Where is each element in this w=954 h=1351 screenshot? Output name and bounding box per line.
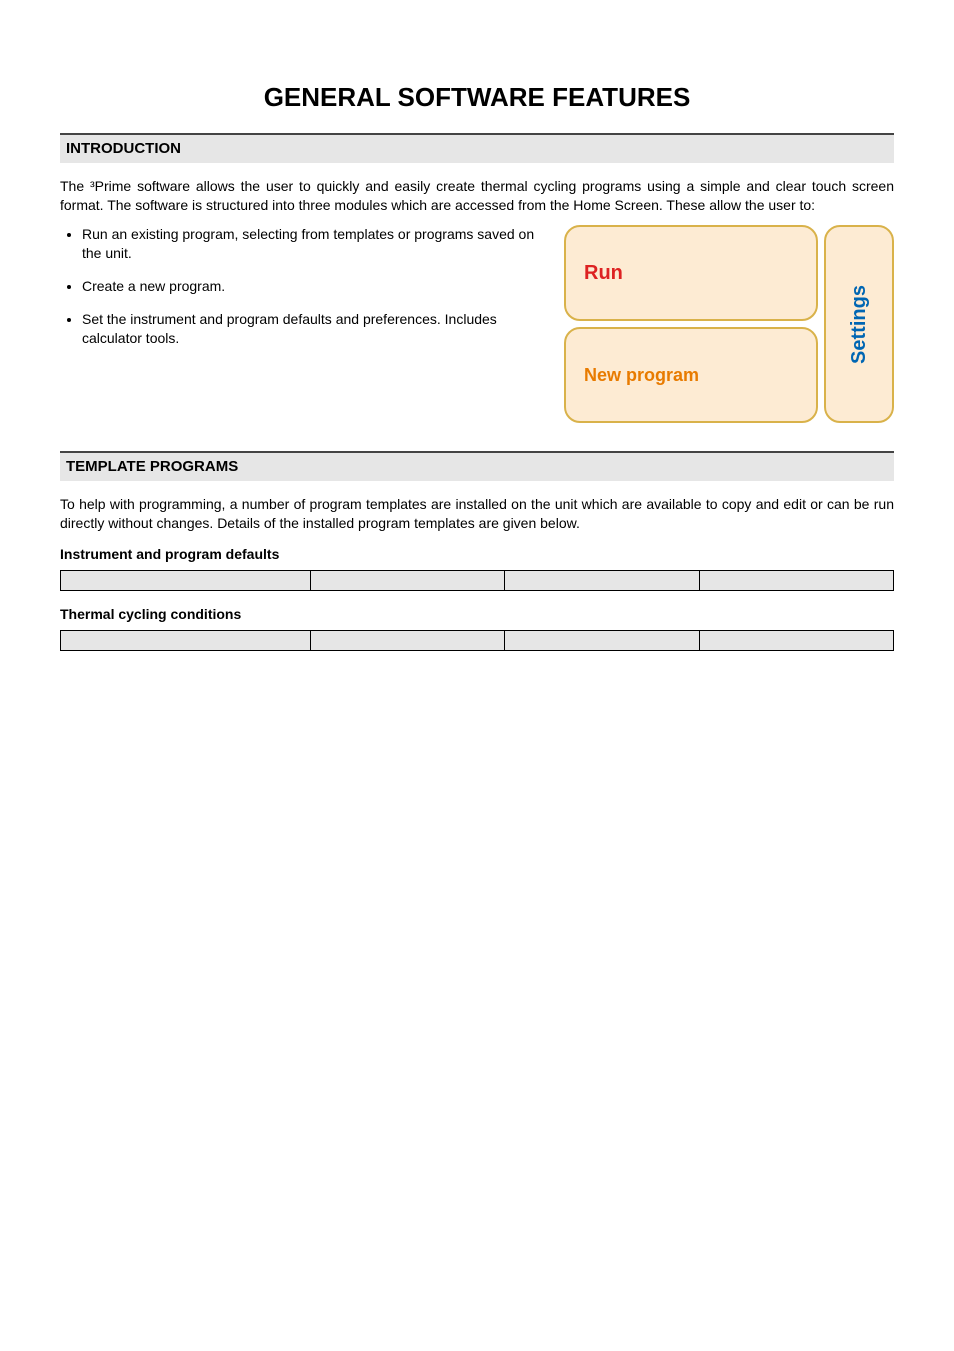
intro-paragraph: The ³Prime software allows the user to q…: [60, 177, 894, 215]
th-2step: [310, 571, 504, 591]
th-rtpcr: [699, 571, 893, 591]
ui-screenshot: Run New program Settings: [564, 225, 894, 423]
section-heading-introduction: INTRODUCTION: [60, 133, 894, 163]
table-instrument-defaults: [60, 570, 894, 591]
new-program-button[interactable]: New program: [564, 327, 818, 423]
th-blank: [61, 630, 311, 650]
settings-button[interactable]: Settings: [824, 225, 894, 423]
bullet-create-new: Create a new program.: [82, 277, 542, 296]
subhead-thermal-cycling: Thermal cycling conditions: [60, 605, 894, 624]
templates-paragraph: To help with programming, a number of pr…: [60, 495, 894, 533]
th-3step: [505, 571, 699, 591]
subhead-instrument-defaults: Instrument and program defaults: [60, 545, 894, 564]
settings-label: Settings: [846, 285, 873, 364]
table-thermal-cycling: [60, 630, 894, 651]
bullet-run-existing: Run an existing program, selecting from …: [82, 225, 542, 263]
section-heading-templates: TEMPLATE PROGRAMS: [60, 451, 894, 481]
bullet-set-defaults: Set the instrument and program defaults …: [82, 310, 542, 348]
intro-bullets-column: Run an existing program, selecting from …: [60, 225, 546, 423]
page-title: GENERAL SOFTWARE FEATURES: [60, 80, 894, 115]
run-button[interactable]: Run: [564, 225, 818, 321]
th2-rtpcr: [699, 630, 893, 650]
th-parameter: [61, 571, 311, 591]
th2-2step: [310, 630, 504, 650]
th2-3step: [505, 630, 699, 650]
